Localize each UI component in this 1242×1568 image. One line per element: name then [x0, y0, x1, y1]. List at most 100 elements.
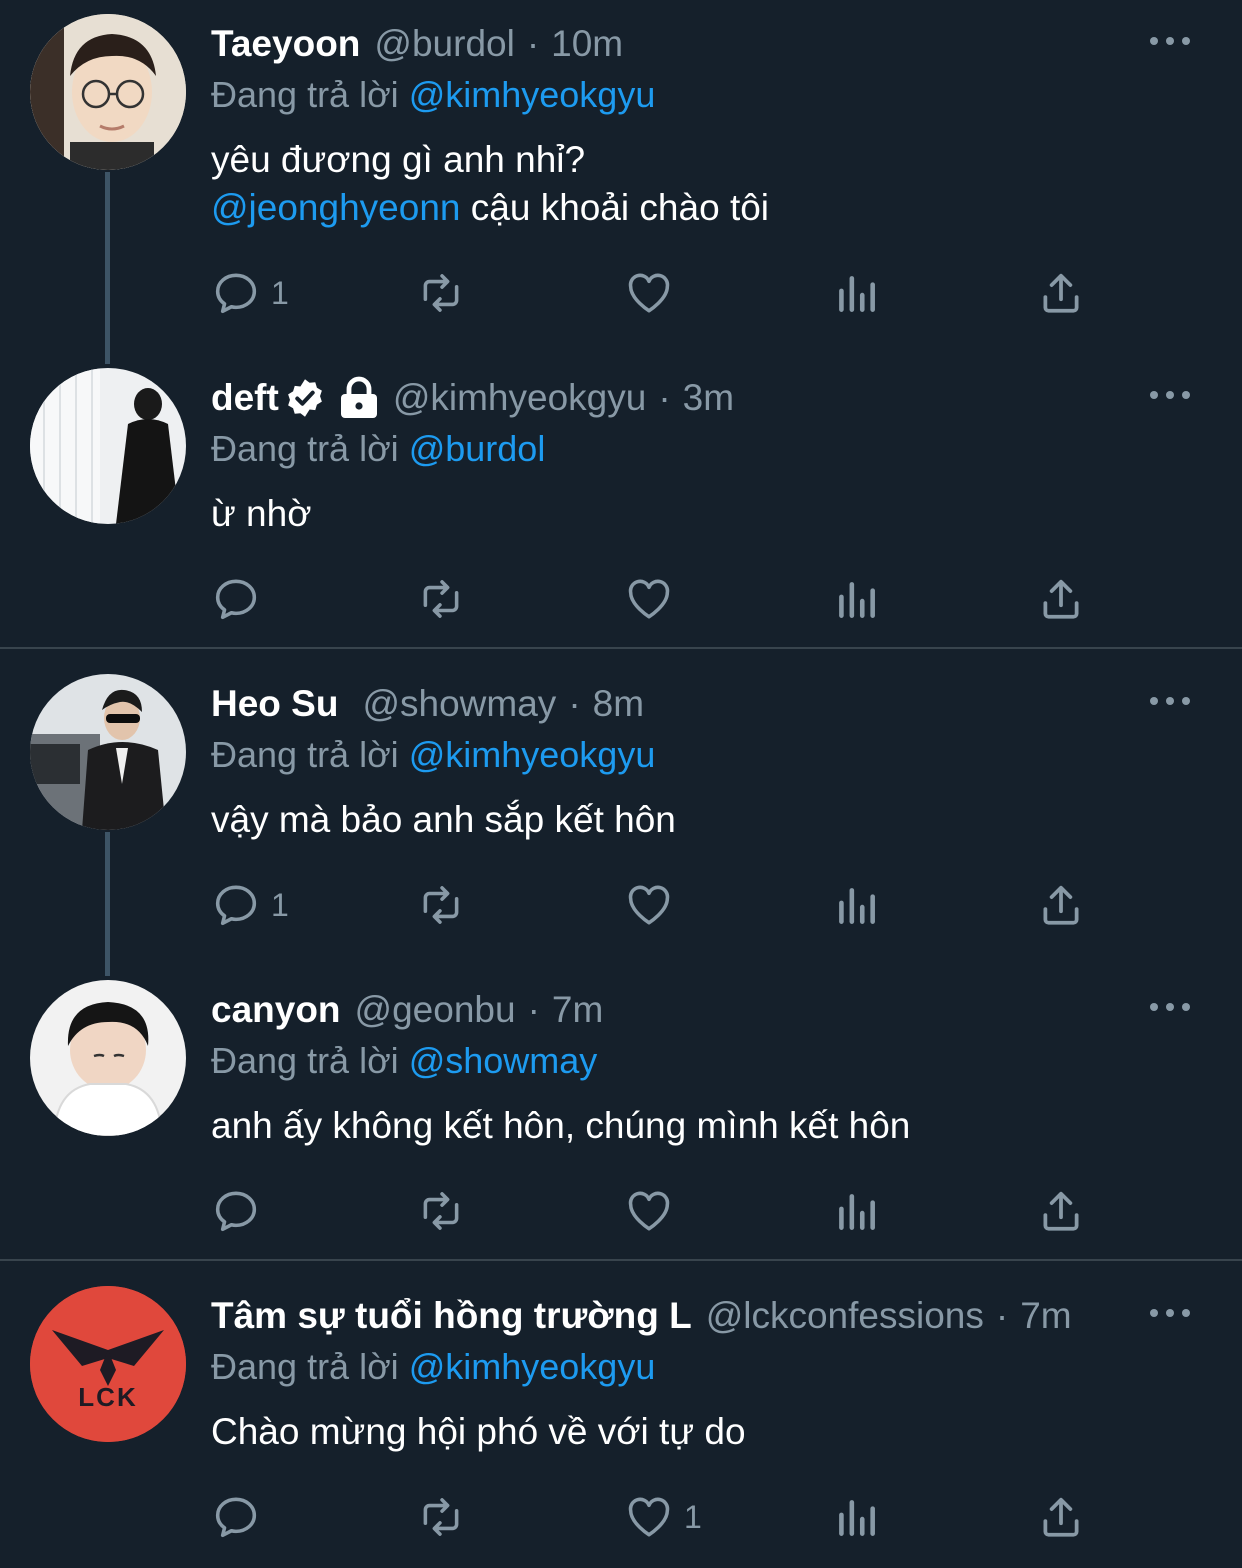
- share-button[interactable]: [1036, 1186, 1086, 1236]
- analytics-button[interactable]: [831, 1186, 881, 1236]
- retweet-button[interactable]: [416, 574, 466, 624]
- retweet-button[interactable]: [416, 1186, 466, 1236]
- like-count: 1: [684, 1498, 702, 1535]
- tweet-header: Taeyoon @burdol · 10m: [211, 18, 1142, 70]
- share-icon: [1036, 268, 1086, 318]
- analytics-button[interactable]: [831, 268, 881, 318]
- tweet[interactable]: LCK Tâm sự tuổi hồng trường L @lckconfes…: [0, 1272, 1242, 1568]
- avatar[interactable]: [30, 368, 186, 524]
- lck-logo-text: LCK: [78, 1382, 137, 1412]
- tweet-text: anh ấy không kết hôn, chúng mình kết hôn: [211, 1102, 910, 1150]
- reply-icon: [211, 1492, 261, 1542]
- reply-count: 1: [271, 886, 289, 923]
- tweet-header: canyon @geonbu · 7m: [211, 984, 1142, 1036]
- like-button[interactable]: [624, 268, 684, 318]
- tweet-text: Chào mừng hội phó về với tự do: [211, 1408, 746, 1456]
- like-icon: [624, 1492, 674, 1542]
- display-name[interactable]: canyon: [211, 984, 341, 1036]
- avatar[interactable]: LCK: [30, 1286, 186, 1442]
- like-icon: [624, 268, 674, 318]
- analytics-button[interactable]: [831, 1492, 881, 1542]
- timestamp[interactable]: 8m: [593, 678, 644, 730]
- retweet-button[interactable]: [416, 268, 466, 318]
- reply-button[interactable]: 1: [211, 880, 289, 930]
- analytics-button[interactable]: [831, 880, 881, 930]
- reply-feed: Taeyoon @burdol · 10m Đang trả lời @kimh…: [0, 0, 1242, 1568]
- action-bar: 1: [211, 268, 1091, 318]
- analytics-icon: [831, 880, 881, 930]
- analytics-button[interactable]: [831, 574, 881, 624]
- username[interactable]: @kimhyeokgyu: [393, 372, 647, 424]
- more-icon[interactable]: [1150, 686, 1190, 716]
- tweet-text-line: anh ấy không kết hôn, chúng mình kết hôn: [211, 1105, 911, 1146]
- tweet-text-line: Chào mừng hội phó về với tự do: [211, 1411, 746, 1452]
- share-button[interactable]: [1036, 1492, 1086, 1542]
- username[interactable]: @showmay: [362, 678, 556, 730]
- reply-button[interactable]: 1: [211, 268, 289, 318]
- thread-line: [105, 172, 110, 364]
- action-bar: 1: [211, 880, 1091, 930]
- like-button[interactable]: [624, 880, 684, 930]
- replying-to-mention[interactable]: @showmay: [409, 1040, 598, 1081]
- verified-icon: [283, 376, 327, 420]
- display-name[interactable]: Heo Su: [211, 678, 338, 730]
- display-name[interactable]: Taeyoon: [211, 18, 360, 70]
- retweet-button[interactable]: [416, 880, 466, 930]
- reply-button[interactable]: [211, 574, 271, 624]
- tweet-text-line: @jeonghyeonn cậu khoải chào tôi: [211, 184, 769, 232]
- tweet-header: Tâm sự tuổi hồng trường L @lckconfession…: [211, 1290, 1152, 1342]
- replying-to: Đang trả lời @kimhyeokgyu: [211, 1342, 655, 1392]
- tweet-header: Heo Su @showmay · 8m: [211, 678, 1142, 730]
- timestamp[interactable]: 3m: [683, 372, 734, 424]
- display-name[interactable]: Tâm sự tuổi hồng trường L: [211, 1290, 692, 1342]
- username[interactable]: @burdol: [374, 18, 514, 70]
- username[interactable]: @geonbu: [355, 984, 516, 1036]
- avatar[interactable]: [30, 980, 186, 1136]
- replying-to: Đang trả lời @showmay: [211, 1036, 597, 1086]
- share-icon: [1036, 574, 1086, 624]
- replying-to-mention[interactable]: @kimhyeokgyu: [409, 734, 656, 775]
- replying-to-label: Đang trả lời: [211, 428, 399, 469]
- analytics-icon: [831, 1186, 881, 1236]
- separator-dot: ·: [568, 683, 581, 724]
- tweet-text: vậy mà bảo anh sắp kết hôn: [211, 796, 676, 844]
- timestamp[interactable]: 7m: [1020, 1290, 1071, 1342]
- text-mention[interactable]: @jeonghyeonn: [211, 187, 460, 228]
- tweet[interactable]: Taeyoon @burdol · 10m Đang trả lời @kimh…: [0, 0, 1242, 364]
- replying-to-label: Đang trả lời: [211, 1346, 399, 1387]
- tweet-header: deft @kimhyeokgyu · 3m: [211, 372, 1142, 424]
- like-button[interactable]: [624, 1186, 684, 1236]
- tweet[interactable]: deft @kimhyeokgyu · 3m Đang trả lời @bur…: [0, 354, 1242, 648]
- action-bar: [211, 1186, 1091, 1236]
- share-button[interactable]: [1036, 268, 1086, 318]
- tweet-text: ừ nhờ: [211, 490, 311, 538]
- timestamp[interactable]: 7m: [552, 984, 603, 1036]
- avatar[interactable]: [30, 674, 186, 830]
- display-name[interactable]: deft: [211, 372, 279, 424]
- username[interactable]: @lckconfessions: [706, 1290, 984, 1342]
- more-icon[interactable]: [1150, 26, 1190, 56]
- reply-icon: [211, 574, 261, 624]
- timestamp[interactable]: 10m: [551, 18, 623, 70]
- tweet[interactable]: canyon @geonbu · 7m Đang trả lời @showma…: [0, 966, 1242, 1258]
- replying-to-mention[interactable]: @burdol: [409, 428, 546, 469]
- replying-to-mention[interactable]: @kimhyeokgyu: [409, 1346, 656, 1387]
- avatar[interactable]: [30, 14, 186, 170]
- share-button[interactable]: [1036, 574, 1086, 624]
- more-icon[interactable]: [1150, 992, 1190, 1022]
- tweet[interactable]: Heo Su @showmay · 8m Đang trả lời @kimhy…: [0, 660, 1242, 976]
- tweet-text: yêu đương gì anh nhỉ? @jeonghyeonn cậu k…: [211, 136, 769, 232]
- like-button[interactable]: [624, 574, 684, 624]
- action-bar: 1: [211, 1492, 1091, 1542]
- more-icon[interactable]: [1150, 1298, 1190, 1328]
- like-icon: [624, 574, 674, 624]
- retweet-icon: [416, 880, 466, 930]
- retweet-icon: [416, 1186, 466, 1236]
- reply-button[interactable]: [211, 1492, 271, 1542]
- replying-to-mention[interactable]: @kimhyeokgyu: [409, 74, 656, 115]
- more-icon[interactable]: [1150, 380, 1190, 410]
- retweet-button[interactable]: [416, 1492, 466, 1542]
- share-button[interactable]: [1036, 880, 1086, 930]
- reply-button[interactable]: [211, 1186, 271, 1236]
- like-button[interactable]: 1: [624, 1492, 702, 1542]
